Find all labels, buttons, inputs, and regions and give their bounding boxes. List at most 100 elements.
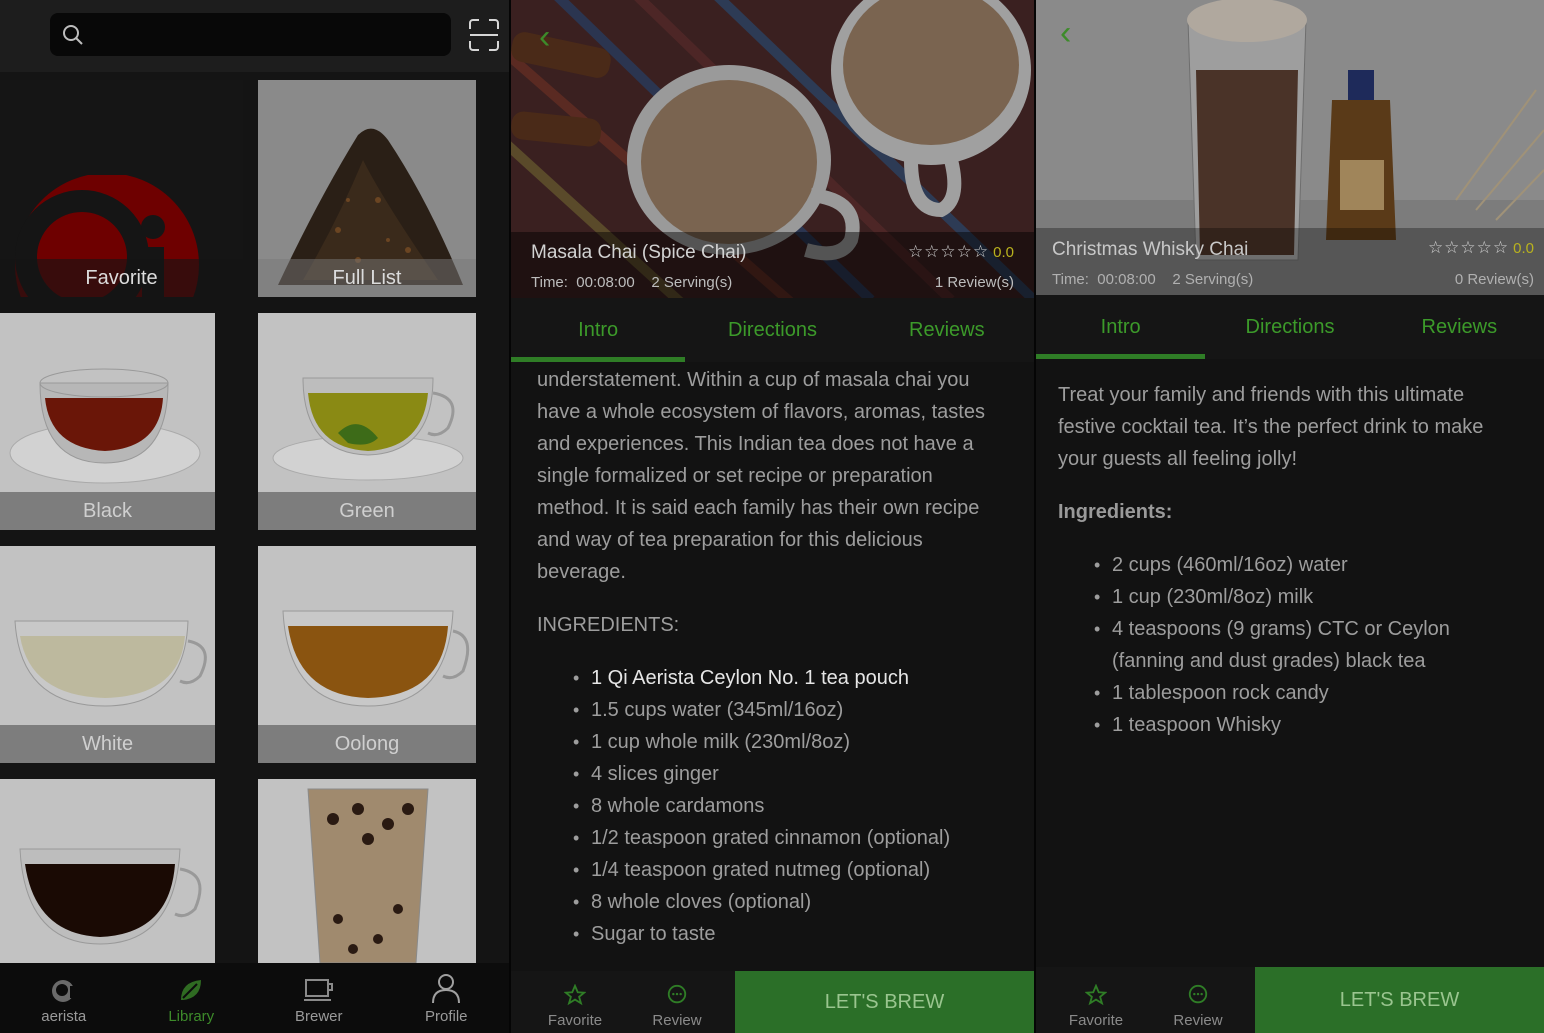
intro-text: understatement. Within a cup of masala c… [537, 369, 985, 583]
dark-tea-cup-image [19, 848, 202, 945]
rating-stars: ☆☆☆☆☆ 0.0 [908, 242, 1014, 262]
category-tile-oolong[interactable]: Oolong [258, 546, 476, 763]
favorite-button[interactable]: Favorite [531, 971, 619, 1033]
back-chevron-icon[interactable]: ‹ [539, 18, 550, 57]
tile-label: White [0, 725, 215, 763]
back-chevron-icon[interactable]: ‹ [1060, 14, 1071, 53]
nav-aerista[interactable]: aerista [0, 963, 128, 1033]
intro-content: understatement. Within a cup of masala c… [511, 364, 1034, 950]
nav-label: Profile [424, 1008, 468, 1025]
search-icon [63, 25, 83, 45]
star-icons: ☆☆☆☆☆ [907, 242, 990, 261]
list-item: 1.5 cups water (345ml/16oz) [569, 694, 1008, 726]
review-button[interactable]: Review [635, 971, 719, 1033]
category-tile-milk-tea[interactable] [258, 779, 476, 963]
recipe-hero: ‹ Christmas Whisky Chai ☆☆☆☆☆ 0.0 Time: 0… [1036, 0, 1544, 295]
brewer-icon [303, 979, 333, 1001]
person-icon [432, 974, 461, 1004]
intro-text: Treat your family and friends with this … [1058, 384, 1484, 470]
nav-library[interactable]: Library [128, 963, 256, 1033]
favorite-label: Favorite [547, 1012, 603, 1029]
category-tile-favorite[interactable]: Favorite [0, 80, 243, 297]
star-icons: ☆☆☆☆☆ [1427, 238, 1510, 257]
time-value: 00:08:00 [1097, 271, 1156, 288]
leaf-icon [181, 980, 202, 1000]
category-tile-white[interactable]: White [0, 546, 215, 763]
ingredients-heading: Ingredients: [1058, 501, 1173, 523]
recipe-meta: Time: 00:08:00 2 Serving(s) [1052, 271, 1253, 288]
tab-directions[interactable]: Directions [1205, 295, 1374, 359]
star-outline-icon [1085, 984, 1107, 1006]
ingredients-list: 2 cups (460ml/16oz) water 1 cup (230ml/8… [1058, 549, 1522, 741]
servings-value: 2 Serving(s) [651, 274, 733, 291]
list-item: 1/4 teaspoon grated nutmeg (optional) [569, 854, 1008, 886]
tab-directions[interactable]: Directions [685, 298, 859, 362]
tile-label: Full List [258, 259, 476, 297]
scan-icon[interactable] [466, 17, 502, 53]
nav-label: aerista [41, 1008, 87, 1025]
ingredients-heading: INGREDIENTS: [537, 614, 680, 636]
recipe-tabs: Intro Directions Reviews [1036, 295, 1544, 359]
nav-label: Library [168, 1008, 215, 1025]
tab-intro[interactable]: Intro [511, 298, 686, 362]
favorite-button[interactable]: Favorite [1052, 967, 1140, 1033]
time-label: Time: [1052, 271, 1089, 288]
bubble-tea-image [307, 788, 429, 963]
category-tile-full-list[interactable]: Full List [258, 80, 476, 297]
aerista-logo-icon [51, 980, 74, 1002]
category-tile-dark-tea[interactable] [0, 779, 215, 963]
servings-value: 2 Serving(s) [1172, 271, 1254, 288]
list-item: 4 slices ginger [569, 758, 1008, 790]
action-bar: Favorite Review LET'S BREW [511, 971, 1034, 1033]
rating-value: 0.0 [993, 244, 1014, 261]
action-bar: Favorite Review LET'S BREW [1036, 967, 1544, 1033]
recipe-meta: Time: 00:08:00 2 Serving(s) [531, 274, 732, 291]
reviews-count: 1 Review(s) [934, 274, 1014, 291]
search-input[interactable] [50, 13, 451, 56]
recipe-hero: ‹ Masala Chai (Spice Chai) ☆☆☆☆☆ 0.0 Time… [511, 0, 1034, 298]
recipe-detail-masala-chai: ‹ Masala Chai (Spice Chai) ☆☆☆☆☆ 0.0 Time… [511, 0, 1034, 1033]
review-label: Review [652, 1012, 702, 1029]
chat-bubble-icon [1188, 984, 1208, 1004]
recipe-title: Masala Chai (Spice Chai) [531, 242, 747, 263]
list-item: Sugar to taste [569, 918, 1008, 950]
lets-brew-button[interactable]: LET'S BREW [735, 971, 1034, 1033]
list-item: 8 whole cloves (optional) [569, 886, 1008, 918]
tile-label: Green [258, 492, 476, 530]
time-label: Time: [531, 274, 568, 291]
list-item: 4 teaspoons (9 grams) CTC or Ceylon (fan… [1090, 613, 1522, 677]
list-item: 1/2 teaspoon grated cinnamon (optional) [569, 822, 1008, 854]
nav-label: Brewer [294, 1008, 343, 1025]
category-tile-black[interactable]: Black [0, 313, 215, 530]
rating-value: 0.0 [1513, 240, 1534, 257]
list-item: 1 cup whole milk (230ml/8oz) [569, 726, 1008, 758]
reviews-count: 0 Review(s) [1454, 271, 1534, 288]
list-item: 1 teaspoon Whisky [1090, 709, 1522, 741]
review-label: Review [1173, 1012, 1223, 1029]
list-item: 2 cups (460ml/16oz) water [1090, 549, 1522, 581]
lets-brew-button[interactable]: LET'S BREW [1255, 967, 1544, 1033]
recipe-tabs: Intro Directions Reviews [511, 298, 1034, 362]
recipe-detail-christmas-whisky-chai: ‹ Christmas Whisky Chai ☆☆☆☆☆ 0.0 Time: 0… [1036, 0, 1544, 1033]
nav-brewer[interactable]: Brewer [255, 963, 383, 1033]
tile-label: Favorite [0, 259, 243, 297]
chat-bubble-icon [667, 984, 687, 1004]
category-tile-green[interactable]: Green [258, 313, 476, 530]
intro-content: Treat your family and friends with this … [1036, 379, 1544, 741]
tab-reviews[interactable]: Reviews [860, 298, 1034, 362]
tab-reviews[interactable]: Reviews [1375, 295, 1544, 359]
time-value: 00:08:00 [576, 274, 635, 291]
tile-label: Black [0, 492, 215, 530]
rating-stars: ☆☆☆☆☆ 0.0 [1428, 238, 1534, 258]
recipe-title: Christmas Whisky Chai [1052, 239, 1249, 260]
list-item: 8 whole cardamons [569, 790, 1008, 822]
nav-profile[interactable]: Profile [383, 963, 511, 1033]
tab-intro[interactable]: Intro [1036, 295, 1206, 359]
star-outline-icon [564, 984, 586, 1006]
list-item: 1 tablespoon rock candy [1090, 677, 1522, 709]
search-bar [0, 0, 510, 72]
review-button[interactable]: Review [1156, 967, 1240, 1033]
tile-label: Oolong [258, 725, 476, 763]
favorite-label: Favorite [1068, 1012, 1124, 1029]
list-item: 1 Qi Aerista Ceylon No. 1 tea pouch [569, 662, 1008, 694]
